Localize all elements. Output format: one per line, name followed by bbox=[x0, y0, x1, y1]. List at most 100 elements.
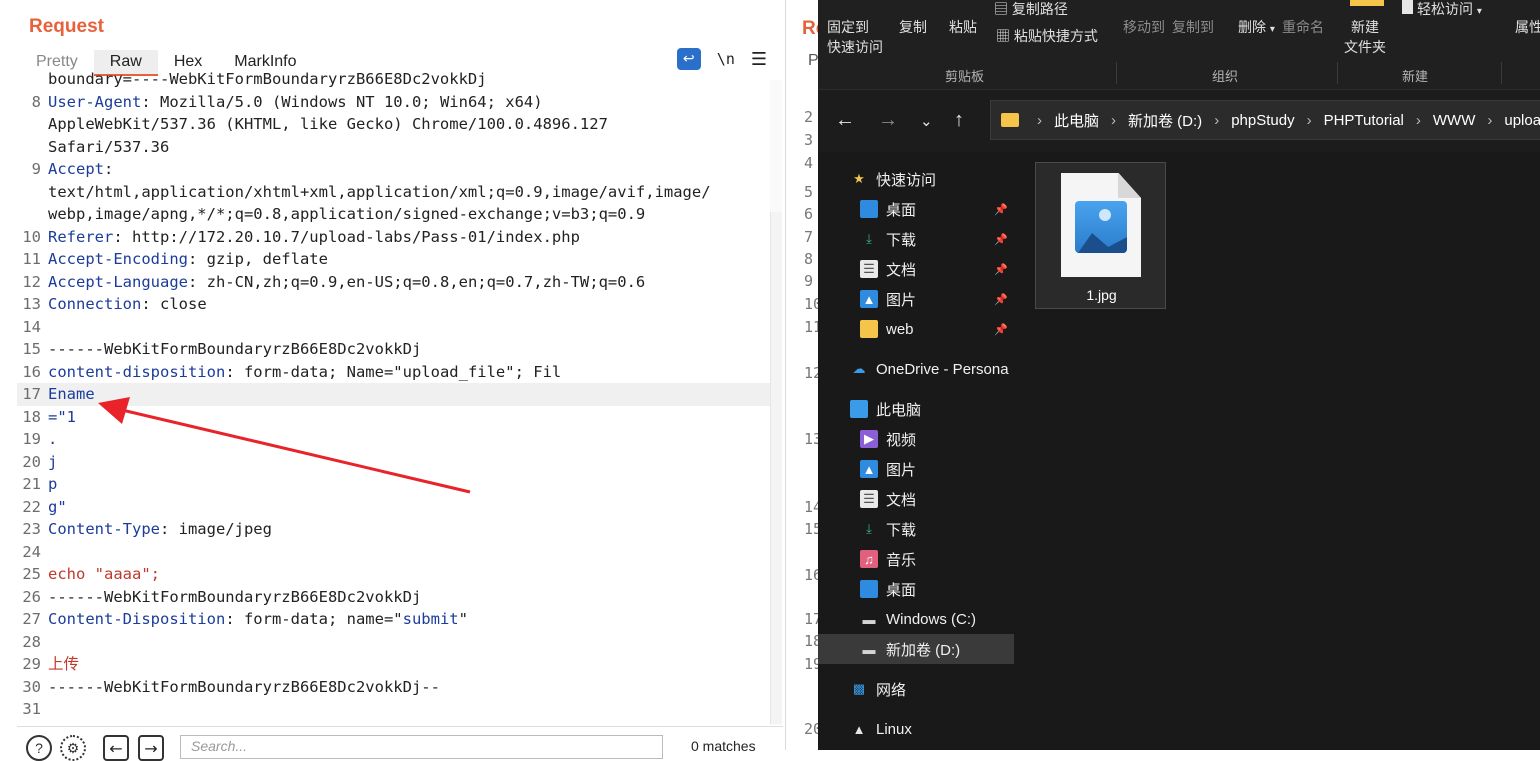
pin-icon: 📌 bbox=[994, 203, 1008, 216]
token: ------WebKitFormBoundaryrzB66E8Dc2vokkDj bbox=[48, 587, 422, 606]
line-number: 17 bbox=[22, 385, 41, 403]
nav-item[interactable]: ☰ 文档 bbox=[818, 484, 1014, 514]
nav-item[interactable]: web 📌 bbox=[818, 314, 1014, 344]
nav-item[interactable]: ⤓ 下载 📌 bbox=[818, 224, 1014, 254]
editor-line[interactable]: 10 Referer: http://172.20.10.7/upload-lab… bbox=[17, 226, 770, 249]
address-row: ← → ⌄ ↑ › 此电脑 › 新加卷 (D:) › phpStudy › PH… bbox=[818, 90, 1540, 152]
match-count: 0 matches bbox=[691, 738, 756, 754]
pin-icon: 📌 bbox=[994, 323, 1008, 336]
rename-button[interactable]: 重命名 bbox=[1282, 17, 1324, 37]
editor-line[interactable]: 12 Accept-Language: zh-CN,zh;q=0.9,en-US;… bbox=[17, 271, 770, 294]
breadcrumb-upload[interactable]: uploa bbox=[1504, 112, 1540, 129]
editor-line[interactable]: 25 echo "aaaa"; bbox=[17, 563, 770, 586]
editor-line[interactable]: 29 上传 bbox=[17, 653, 770, 676]
nav-item[interactable]: 桌面 📌 bbox=[818, 194, 1014, 224]
editor-line[interactable]: 30 ------WebKitFormBoundaryrzB66E8Dc2vokk… bbox=[17, 676, 770, 699]
editor-line[interactable]: boundary=----WebKitFormBoundaryrzB66E8Dc… bbox=[17, 68, 770, 91]
file-item[interactable]: 1.jpg bbox=[1035, 162, 1166, 309]
nav-item[interactable]: ▶ 视频 bbox=[818, 424, 1014, 454]
editor-line[interactable]: 24 bbox=[17, 541, 770, 564]
nav-item[interactable]: ☁ OneDrive - Persona bbox=[818, 354, 1014, 384]
easy-access-button[interactable]: 轻松访问 ▾ bbox=[1402, 0, 1482, 19]
nav-item[interactable]: ▬ 新加卷 (D:) bbox=[818, 634, 1014, 664]
nav-item[interactable]: ★ 快速访问 bbox=[818, 164, 1014, 194]
nav-item[interactable]: ☰ 文档 📌 bbox=[818, 254, 1014, 284]
nav-item[interactable]: ♫ 音乐 bbox=[818, 544, 1014, 574]
token: : image/jpeg bbox=[159, 520, 272, 538]
editor-scrollbar-thumb[interactable] bbox=[770, 212, 782, 724]
previous-icon[interactable]: ← bbox=[103, 735, 129, 761]
recent-locations-icon[interactable]: ⌄ bbox=[920, 112, 933, 130]
menu-icon[interactable]: ☰ bbox=[751, 49, 767, 70]
nav-item[interactable]: ▬ Windows (C:) bbox=[818, 604, 1014, 634]
editor-line[interactable]: 15 ------WebKitFormBoundaryrzB66E8Dc2vokk… bbox=[17, 338, 770, 361]
nav-item[interactable]: ▩ 网络 bbox=[818, 674, 1014, 704]
editor-line[interactable]: 18 ="1 bbox=[17, 406, 770, 429]
wrap-lines-icon[interactable]: ↩ bbox=[676, 48, 701, 70]
nav-item[interactable]: ▲ Linux bbox=[818, 714, 1014, 744]
delete-button[interactable]: 删除 ▾ bbox=[1238, 17, 1275, 37]
breadcrumb-drive-d[interactable]: 新加卷 (D:) bbox=[1128, 110, 1202, 131]
pin-to-quick-access-button[interactable]: 固定到 快速访问 bbox=[827, 17, 883, 57]
copy-to-button[interactable]: 复制到 bbox=[1172, 17, 1214, 37]
editor-line[interactable]: Safari/537.36 bbox=[17, 136, 770, 159]
breadcrumb-this-pc[interactable]: 此电脑 bbox=[1054, 110, 1099, 131]
line-text: Ename bbox=[48, 383, 95, 406]
breadcrumb-www[interactable]: WWW bbox=[1433, 112, 1475, 129]
editor-line[interactable]: webp,image/apng,*/*;q=0.8,application/si… bbox=[17, 203, 770, 226]
panel2-line-number: 11 bbox=[804, 318, 818, 336]
nav-item[interactable]: ⤓ 下载 bbox=[818, 514, 1014, 544]
editor-line[interactable]: 19. bbox=[17, 428, 770, 451]
back-icon[interactable]: ← bbox=[835, 109, 855, 132]
nav-item[interactable]: 桌面 bbox=[818, 574, 1014, 604]
editor-line[interactable]: text/html,application/xhtml+xml,applicat… bbox=[17, 181, 770, 204]
nav-item[interactable]: ▲ 图片 bbox=[818, 454, 1014, 484]
paste-button[interactable]: 粘贴 bbox=[949, 17, 977, 37]
editor-line[interactable]: 27 Content-Disposition: form-data; name="… bbox=[17, 608, 770, 631]
forward-icon[interactable]: → bbox=[878, 109, 898, 132]
nav-item-label: 桌面 bbox=[886, 581, 917, 599]
line-text: Referer: http://172.20.10.7/upload-labs/… bbox=[48, 226, 580, 249]
properties-button[interactable]: 属性 bbox=[1515, 17, 1540, 37]
show-newlines-button[interactable]: \n bbox=[717, 50, 735, 68]
editor-line[interactable]: 26 ------WebKitFormBoundaryrzB66E8Dc2vokk… bbox=[17, 586, 770, 609]
up-icon[interactable]: ↑ bbox=[954, 109, 964, 132]
editor-line[interactable]: 22 g" bbox=[17, 496, 770, 519]
editor-line[interactable]: 9 Accept: bbox=[17, 158, 770, 181]
breadcrumb-phpstudy[interactable]: phpStudy bbox=[1231, 112, 1294, 129]
editor-line[interactable]: 21 p bbox=[17, 473, 770, 496]
file-list: 1.jpg bbox=[1014, 152, 1540, 750]
search-input[interactable]: Search... bbox=[180, 735, 663, 759]
copy-button[interactable]: 复制 bbox=[899, 17, 927, 37]
editor-line[interactable]: AppleWebKit/537.36 (KHTML, like Gecko) C… bbox=[17, 113, 770, 136]
next-icon[interactable]: → bbox=[138, 735, 164, 761]
move-to-button[interactable]: 移动到 bbox=[1123, 17, 1165, 37]
settings-icon[interactable]: ⚙ bbox=[60, 735, 86, 761]
breadcrumb-phptutorial[interactable]: PHPTutorial bbox=[1324, 112, 1404, 129]
editor-line[interactable]: 28 bbox=[17, 631, 770, 654]
editor-line[interactable]: 8 User-Agent: Mozilla/5.0 (Windows NT 10.… bbox=[17, 91, 770, 114]
new-folder-button[interactable]: 新建 文件夹 bbox=[1344, 17, 1386, 57]
breadcrumb-separator: › bbox=[1415, 111, 1421, 129]
editor-line[interactable]: 23 Content-Type: image/jpeg bbox=[17, 518, 770, 541]
copy-path-button[interactable]: ▤ 复制路径 bbox=[994, 0, 1068, 19]
paste-shortcut-button[interactable]: ▦ 粘贴快捷方式 bbox=[996, 26, 1098, 46]
nav-item[interactable]: ▲ 图片 📌 bbox=[818, 284, 1014, 314]
token: text/html,application/xhtml+xml,applicat… bbox=[48, 182, 711, 201]
editor-line[interactable]: 11 Accept-Encoding: gzip, deflate bbox=[17, 248, 770, 271]
editor-line[interactable]: 17 Ename bbox=[17, 383, 770, 406]
editor-line[interactable]: 16 content-disposition: form-data; Name="… bbox=[17, 361, 770, 384]
panel2-tab[interactable]: P bbox=[808, 52, 818, 70]
editor-line[interactable]: 31 bbox=[17, 698, 770, 721]
address-bar[interactable]: › 此电脑 › 新加卷 (D:) › phpStudy › PHPTutoria… bbox=[990, 100, 1540, 140]
editor-line[interactable]: 20 j bbox=[17, 451, 770, 474]
help-icon[interactable]: ? bbox=[26, 735, 52, 761]
editor-line[interactable]: 14 bbox=[17, 316, 770, 339]
token: : http://172.20.10.7/upload-labs/Pass-01… bbox=[113, 227, 580, 246]
request-editor[interactable]: boundary=----WebKitFormBoundaryrzB66E8Dc… bbox=[17, 68, 770, 724]
line-number: 10 bbox=[22, 227, 41, 246]
line-text: j bbox=[48, 451, 57, 474]
editor-line[interactable]: 13 Connection: close bbox=[17, 293, 770, 316]
nav-item[interactable]: 此电脑 bbox=[818, 394, 1014, 424]
breadcrumb-separator: › bbox=[1214, 111, 1220, 129]
